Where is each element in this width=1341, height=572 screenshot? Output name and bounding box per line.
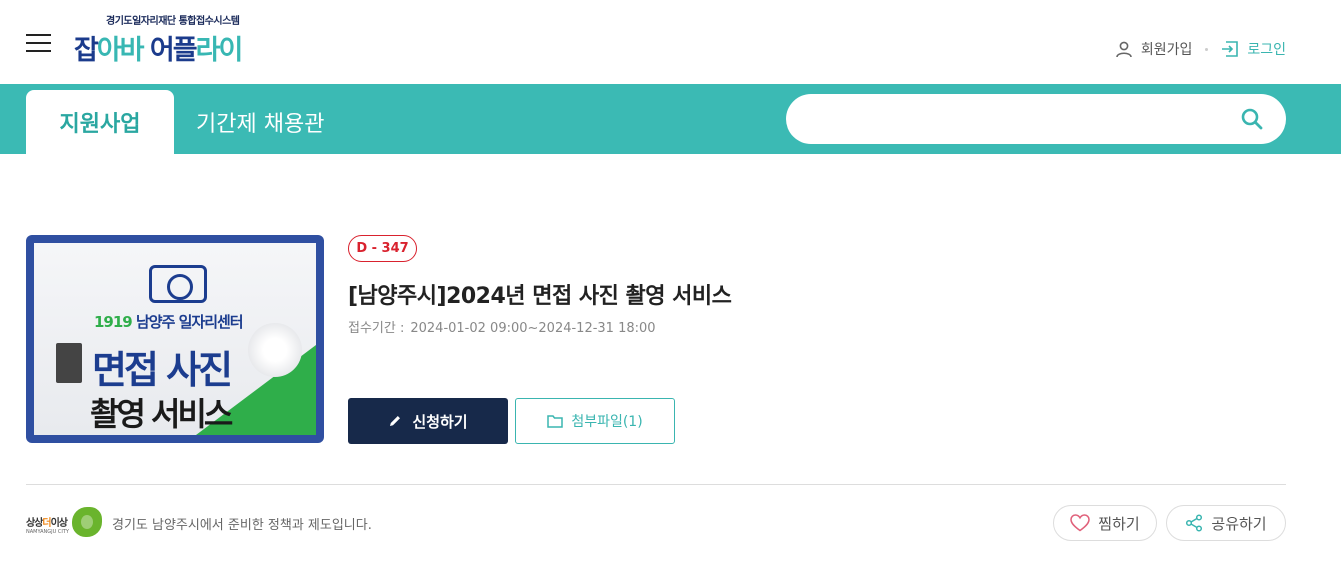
- tab-support-programs[interactable]: 지원사업: [26, 90, 174, 154]
- thumbnail-subheadline: 촬영 서비스: [90, 395, 233, 433]
- thumbnail-headline: 면접 사진: [92, 348, 233, 392]
- tab-fixed-term-jobs[interactable]: 기간제 채용관: [196, 90, 356, 154]
- logo-slogan-3: 이상: [50, 518, 68, 529]
- like-button[interactable]: 찜하기: [1053, 505, 1157, 541]
- period-value: 2024-01-02 09:00~2024-12-31 18:00: [410, 321, 656, 336]
- logo-slogan-1: 상상: [26, 518, 43, 529]
- leaf-emblem-icon: [72, 507, 102, 537]
- logo-slogan: 상상더이상: [26, 514, 68, 529]
- folder-icon: [547, 415, 564, 428]
- camera-icon: [149, 265, 207, 303]
- login-link[interactable]: 로그인: [1221, 39, 1286, 59]
- menu-icon[interactable]: [26, 34, 51, 52]
- softbox-graphic: [56, 343, 82, 383]
- share-button[interactable]: 공유하기: [1166, 505, 1286, 541]
- search-input[interactable]: [810, 104, 1230, 134]
- attachment-button[interactable]: 첨부파일(1): [515, 398, 675, 444]
- program-source-text: 경기도 남양주시에서 준비한 정책과 제도입니다.: [112, 518, 372, 533]
- like-label: 찜하기: [1098, 514, 1140, 533]
- program-thumbnail[interactable]: 1919 남양주 일자리센터 면접 사진 촬영 서비스: [26, 235, 324, 443]
- site-header: 경기도일자리재단 통합접수시스템 잡아바 어플라이 회원가입 로그인: [0, 0, 1341, 84]
- logo-part-1: 잡: [74, 35, 99, 66]
- join-label: 회원가입: [1140, 42, 1193, 58]
- thumbnail-image: 1919 남양주 일자리센터 면접 사진 촬영 서비스: [34, 243, 316, 435]
- logo-city-name: NAMYANGJU CITY: [26, 529, 69, 535]
- link-separator: [1205, 47, 1209, 51]
- login-icon: [1222, 41, 1239, 57]
- search-icon[interactable]: [1240, 107, 1264, 131]
- logo-part-3: 어플: [142, 35, 198, 66]
- logo-subtitle: 경기도일자리재단 통합접수시스템: [106, 16, 240, 27]
- share-label: 공유하기: [1211, 514, 1267, 533]
- pencil-icon: [390, 416, 401, 426]
- share-icon: [1186, 514, 1203, 532]
- login-label: 로그인: [1247, 42, 1286, 58]
- application-period: 접수기간 : 2024-01-02 09:00~2024-12-31 18:00: [348, 317, 656, 336]
- period-label: 접수기간 :: [348, 321, 405, 336]
- search-bar: [786, 94, 1286, 144]
- heart-icon: [1070, 514, 1091, 532]
- umbrella-light-graphic: [248, 323, 302, 377]
- thumbnail-1919: 1919: [94, 313, 133, 331]
- attachment-label: 첨부파일(1): [571, 414, 643, 430]
- program-title: [남양주시]2024년 면접 사진 촬영 서비스: [348, 284, 732, 309]
- dday-badge: D - 347: [348, 235, 417, 262]
- user-links: 회원가입 로그인: [1115, 38, 1286, 60]
- logo-part-4: 라이: [195, 35, 244, 66]
- logo-part-2: 아바: [96, 35, 145, 66]
- site-logo[interactable]: 경기도일자리재단 통합접수시스템 잡아바 어플라이: [74, 12, 294, 68]
- thumbnail-center-text: 남양주 일자리센터: [131, 313, 244, 331]
- logo-title: 잡아바 어플라이: [74, 28, 244, 67]
- section-divider: [26, 484, 1286, 485]
- namyangju-logo: 상상더이상 NAMYANGJU CITY: [26, 506, 102, 540]
- thumbnail-center-name: 1919 남양주 일자리센터: [94, 311, 244, 332]
- user-icon: [1116, 41, 1132, 58]
- main-nav: 지원사업 기간제 채용관: [0, 84, 1341, 154]
- logo-slogan-2: 더: [42, 518, 51, 529]
- apply-label: 신청하기: [412, 412, 468, 431]
- join-link[interactable]: 회원가입: [1115, 39, 1193, 59]
- apply-button[interactable]: 신청하기: [348, 398, 508, 444]
